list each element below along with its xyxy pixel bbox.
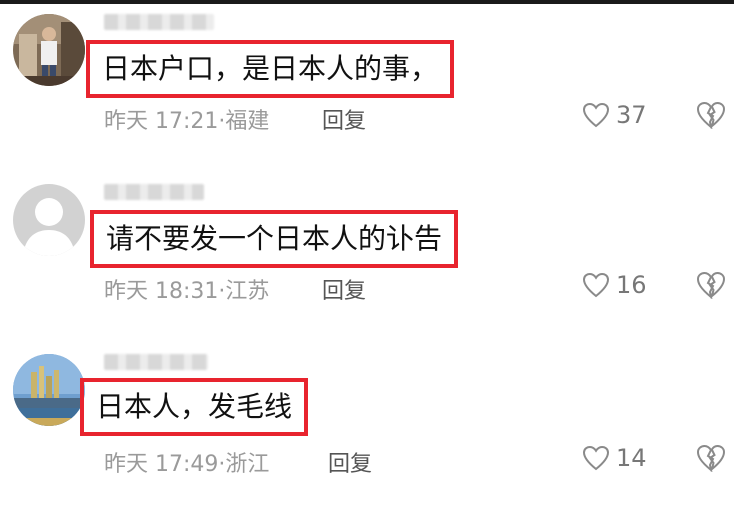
comment-time: 昨天 17:49 <box>104 452 219 477</box>
avatar[interactable] <box>13 354 85 426</box>
username-blurred[interactable] <box>104 184 204 200</box>
comment-item: 请不要发一个日本人的讣告 昨天 18:31·江苏 回复 16 <box>0 170 734 340</box>
comment-meta: 昨天 18:31·江苏 <box>104 279 270 304</box>
heart-outline-icon <box>582 445 610 471</box>
dislike-button[interactable] <box>696 101 726 133</box>
comment-location: 福建 <box>225 109 270 134</box>
reply-button[interactable]: 回复 <box>322 273 366 305</box>
username-blurred[interactable] <box>104 14 214 30</box>
avatar[interactable] <box>13 14 85 86</box>
username-blurred[interactable] <box>104 354 208 370</box>
like-count: 16 <box>616 271 647 299</box>
broken-heart-icon <box>696 271 726 300</box>
comment-text: 请不要发一个日本人的讣告 <box>90 210 459 268</box>
comment-location: 江苏 <box>225 279 270 304</box>
heart-outline-icon <box>582 272 610 298</box>
like-button[interactable]: 37 <box>582 101 647 129</box>
avatar[interactable] <box>13 184 85 256</box>
comment-time: 昨天 18:31 <box>104 279 219 304</box>
comment-text: 日本人，发毛线 <box>80 378 309 436</box>
like-count: 14 <box>616 444 647 472</box>
reply-button[interactable]: 回复 <box>328 446 372 478</box>
comment-item: 日本户口，是日本人的事， 昨天 17:21·福建 回复 37 <box>0 0 734 170</box>
reply-button[interactable]: 回复 <box>322 103 366 135</box>
dislike-button[interactable] <box>696 444 726 476</box>
like-button[interactable]: 14 <box>582 444 647 472</box>
like-count: 37 <box>616 101 647 129</box>
dislike-button[interactable] <box>696 271 726 303</box>
broken-heart-icon <box>696 101 726 130</box>
comment-location: 浙江 <box>225 452 270 477</box>
like-button[interactable]: 16 <box>582 271 647 299</box>
comment-meta: 昨天 17:49·浙江 <box>104 452 270 477</box>
comment-item: 日本人，发毛线 昨天 17:49·浙江 回复 14 <box>0 340 734 510</box>
comment-time: 昨天 17:21 <box>104 109 219 134</box>
heart-outline-icon <box>582 102 610 128</box>
comment-text: 日本户口，是日本人的事， <box>86 40 455 98</box>
broken-heart-icon <box>696 444 726 473</box>
comment-meta: 昨天 17:21·福建 <box>104 109 270 134</box>
